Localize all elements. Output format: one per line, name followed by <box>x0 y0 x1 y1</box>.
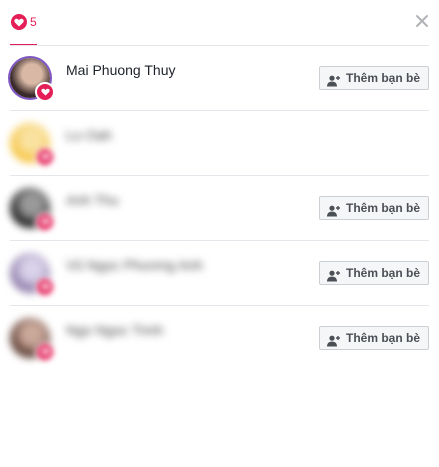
heart-icon <box>35 342 55 362</box>
avatar-wrap[interactable] <box>10 58 55 102</box>
heart-icon <box>35 277 55 297</box>
reactions-list: Mai Phuong Thuy Thêm bạn bè Lo Oah Anh Thu T… <box>0 46 439 370</box>
list-item: Mai Phuong Thuy Thêm bạn bè <box>10 46 429 111</box>
person-name[interactable]: Ngo Ngoc Trinh <box>66 322 163 338</box>
heart-icon <box>35 212 55 232</box>
person-name[interactable]: Anh Thu <box>66 192 119 208</box>
add-friend-button[interactable]: Thêm bạn bè <box>318 196 429 220</box>
add-friend-label: Thêm bạn bè <box>345 201 420 215</box>
list-item: Anh Thu Thêm bạn bè <box>10 176 429 241</box>
avatar-wrap[interactable] <box>10 123 55 167</box>
add-friend-icon <box>326 72 341 87</box>
add-friend-icon <box>326 267 341 282</box>
add-friend-icon <box>326 332 341 347</box>
add-friend-button[interactable]: Thêm bạn bè <box>318 66 429 90</box>
add-friend-label: Thêm bạn bè <box>345 266 420 280</box>
add-friend-button[interactable]: Thêm bạn bè <box>318 261 429 285</box>
reactions-header: 5 <box>0 0 439 46</box>
avatar-wrap[interactable] <box>10 253 55 297</box>
heart-icon <box>35 82 55 102</box>
list-item: Vũ Ngọc Phương Anh Thêm bạn bè <box>10 241 429 306</box>
add-friend-label: Thêm bạn bè <box>345 331 420 345</box>
person-name[interactable]: Vũ Ngọc Phương Anh <box>66 257 203 273</box>
add-friend-icon <box>326 202 341 217</box>
list-item: Lo Oah <box>10 111 429 176</box>
heart-icon <box>11 14 27 30</box>
avatar-wrap[interactable] <box>10 188 55 232</box>
reaction-count: 5 <box>30 15 37 29</box>
list-item: Ngo Ngoc Trinh Thêm bạn bè <box>10 306 429 370</box>
close-icon[interactable] <box>415 14 429 28</box>
heart-icon <box>35 147 55 167</box>
add-friend-button[interactable]: Thêm bạn bè <box>318 326 429 350</box>
person-name[interactable]: Mai Phuong Thuy <box>66 62 175 78</box>
person-name[interactable]: Lo Oah <box>66 127 112 143</box>
add-friend-label: Thêm bạn bè <box>345 71 420 85</box>
avatar-wrap[interactable] <box>10 318 55 362</box>
tab-love-reactions[interactable]: 5 <box>8 8 38 46</box>
